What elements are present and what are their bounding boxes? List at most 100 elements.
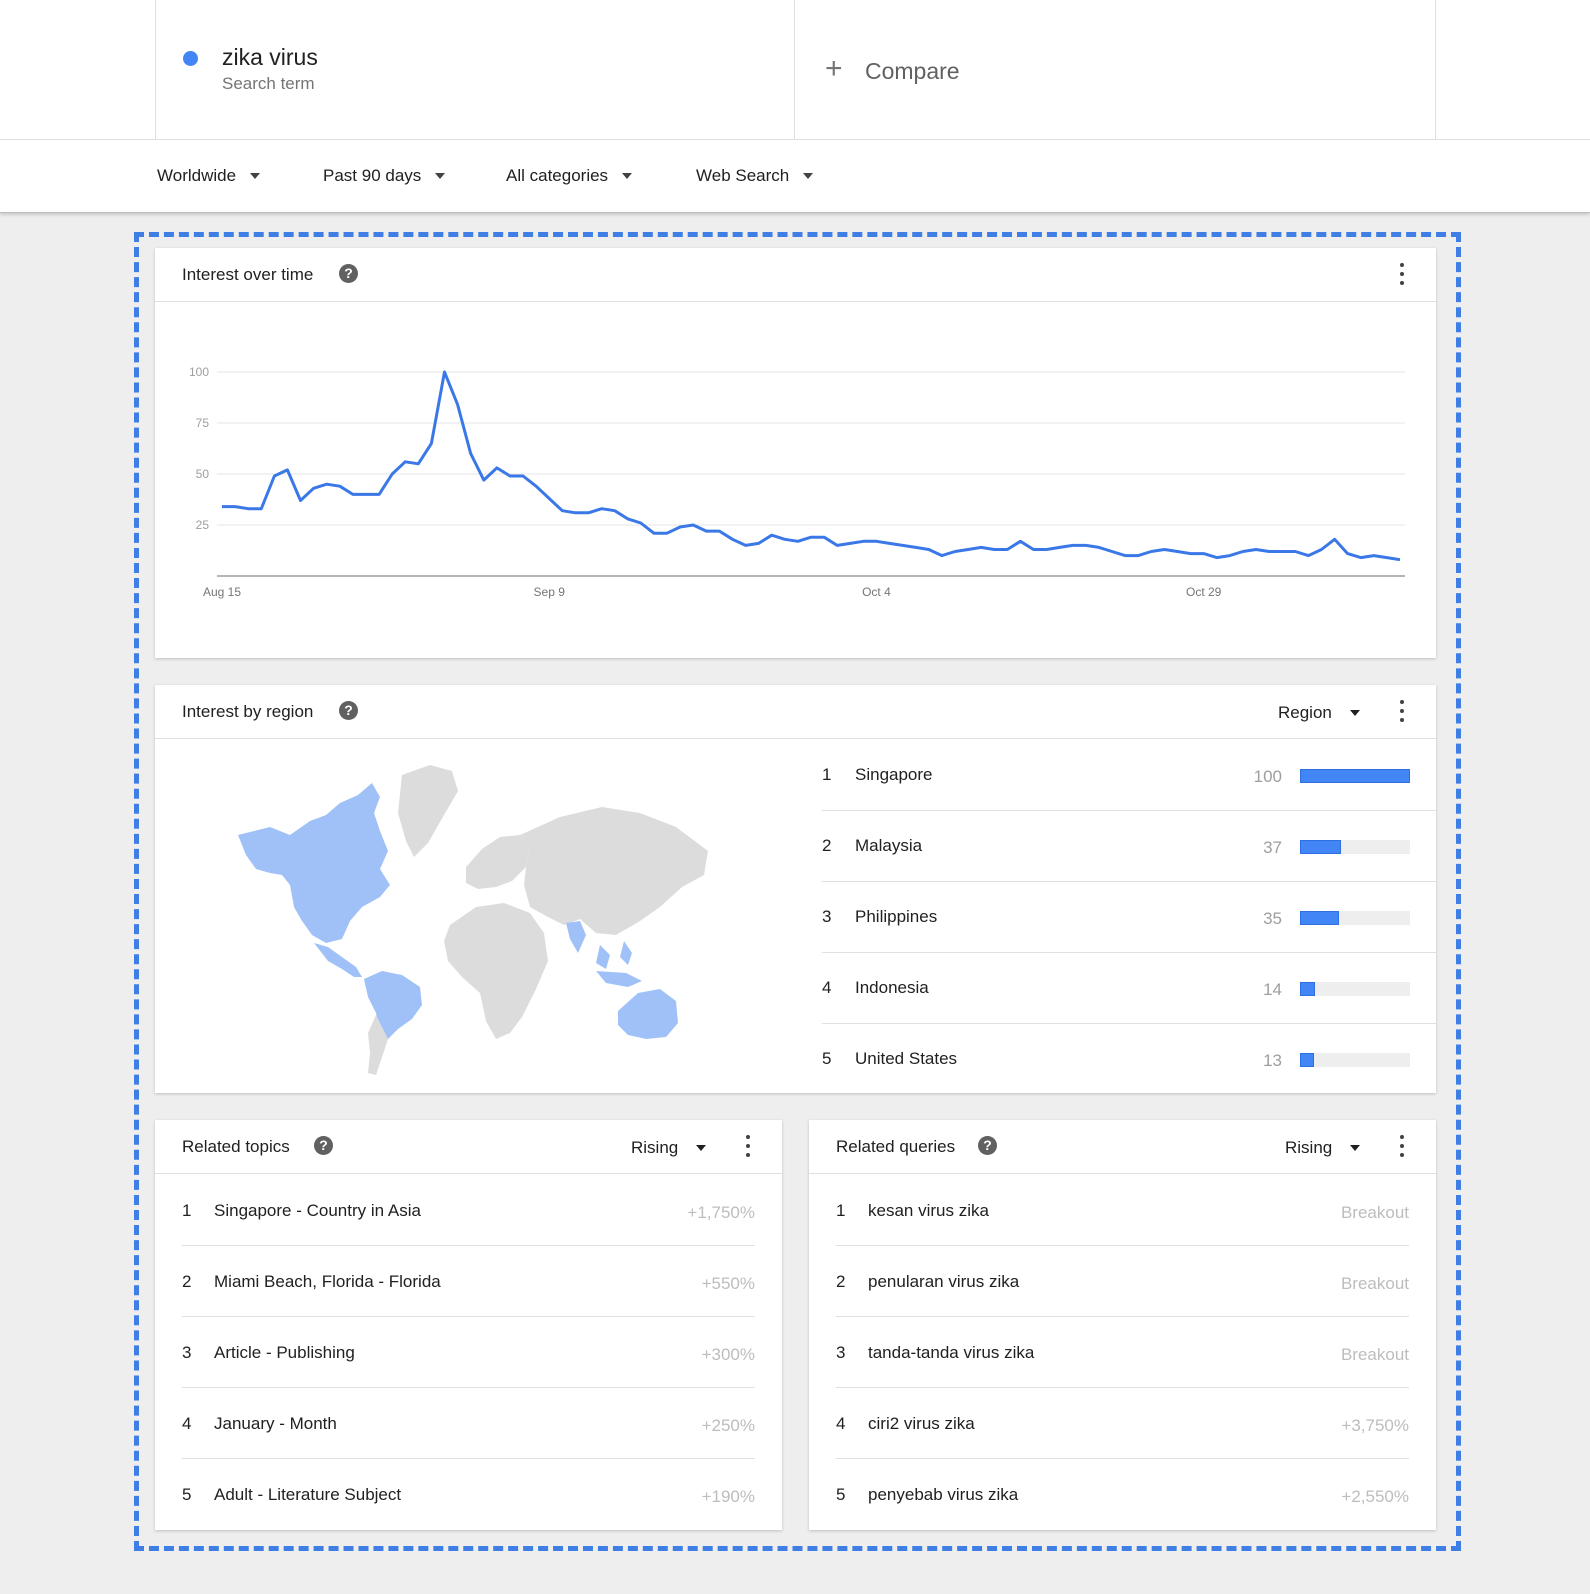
property-filter-dropdown[interactable]: Web Search	[696, 166, 814, 186]
region-bar-fill	[1300, 1053, 1315, 1067]
map-region-north-america[interactable]	[238, 783, 390, 977]
list-item[interactable]: 2 Miami Beach, Florida - Florida +550%	[182, 1246, 755, 1317]
card-title: Related topics	[182, 1137, 290, 1156]
item-change-value: Breakout	[1340, 1203, 1409, 1222]
region-rank: 5	[822, 1049, 832, 1068]
region-resolution-label: Region	[1278, 703, 1332, 722]
region-name: Indonesia	[855, 978, 929, 997]
card-header: Interest over time ?	[155, 248, 1436, 302]
item-name: penularan virus zika	[868, 1272, 1020, 1291]
region-row[interactable]: 2 Malaysia 37	[822, 811, 1437, 882]
chevron-down-icon	[435, 173, 446, 179]
list-item[interactable]: 1 kesan virus zika Breakout	[836, 1175, 1409, 1246]
search-term-bar: zika virus Search term + Compare	[0, 0, 1590, 140]
property-filter-label: Web Search	[696, 166, 790, 185]
y-tick-label: 50	[196, 467, 210, 481]
item-rank: 4	[836, 1414, 846, 1433]
related-topics-card: Related topics ? Rising 1 Singapore - Cou…	[155, 1120, 782, 1530]
item-change-value: +250%	[701, 1416, 755, 1435]
y-tick-label: 25	[196, 518, 210, 532]
region-name: United States	[855, 1049, 958, 1068]
chevron-down-icon	[696, 1145, 707, 1151]
map-region-greenland[interactable]	[398, 765, 458, 857]
chevron-down-icon	[803, 173, 814, 179]
region-rank: 3	[822, 907, 832, 926]
region-value: 100	[1253, 767, 1282, 786]
item-rank: 3	[836, 1343, 846, 1362]
list-item[interactable]: 2 penularan virus zika Breakout	[836, 1246, 1409, 1317]
region-bar-fill	[1300, 982, 1316, 996]
queries-sort-label: Rising	[1285, 1138, 1333, 1157]
list-item[interactable]: 1 Singapore - Country in Asia +1,750%	[182, 1175, 755, 1246]
region-row[interactable]: 1 Singapore 100	[822, 740, 1437, 811]
item-change-value: +3,750%	[1341, 1416, 1409, 1435]
world-map[interactable]	[230, 757, 730, 1077]
item-rank: 2	[836, 1272, 846, 1291]
queries-sort-dropdown[interactable]: Rising	[1285, 1138, 1361, 1158]
card-header: Related queries ? Rising	[809, 1120, 1436, 1174]
more-vert-icon[interactable]	[1399, 700, 1405, 722]
series-color-dot	[183, 51, 198, 66]
interest-over-time-card: Interest over time ? 25 50 75 100 Aug 15 Sep …	[155, 248, 1436, 658]
item-change-value: Breakout	[1340, 1345, 1409, 1364]
region-bar-fill	[1300, 911, 1339, 925]
item-name: Adult - Literature Subject	[214, 1485, 402, 1504]
help-icon[interactable]: ?	[339, 701, 358, 720]
geo-filter-dropdown[interactable]: Worldwide	[157, 166, 261, 186]
x-tick-label: Oct 29	[1186, 585, 1222, 599]
item-change-value: +300%	[701, 1345, 755, 1364]
time-filter-dropdown[interactable]: Past 90 days	[323, 166, 446, 186]
x-tick-label: Oct 4	[862, 585, 891, 599]
region-bar-track	[1300, 911, 1410, 925]
region-bar-track	[1300, 982, 1410, 996]
item-name: Singapore - Country in Asia	[214, 1201, 421, 1220]
region-rank: 4	[822, 978, 832, 997]
item-change-value: +190%	[701, 1487, 755, 1506]
item-name: kesan virus zika	[868, 1201, 989, 1220]
item-name: tanda-tanda virus zika	[868, 1343, 1035, 1362]
more-vert-icon[interactable]	[1399, 1135, 1405, 1157]
item-rank: 5	[182, 1485, 192, 1504]
help-icon[interactable]: ?	[339, 264, 358, 283]
more-vert-icon[interactable]	[1399, 263, 1405, 285]
region-row[interactable]: 5 United States 13	[822, 1024, 1437, 1095]
region-value: 14	[1263, 980, 1282, 999]
category-filter-dropdown[interactable]: All categories	[506, 166, 633, 186]
chevron-down-icon	[250, 173, 261, 179]
filter-bar: Worldwide Past 90 days All categories We…	[0, 140, 1590, 213]
help-icon[interactable]: ?	[314, 1136, 333, 1155]
series-line[interactable]	[222, 370, 1401, 562]
compare-button[interactable]: + Compare	[795, 0, 1436, 140]
list-item[interactable]: 4 January - Month +250%	[182, 1388, 755, 1459]
region-row[interactable]: 4 Indonesia 14	[822, 953, 1437, 1024]
list-item[interactable]: 3 tanda-tanda virus zika Breakout	[836, 1317, 1409, 1388]
search-term-chip[interactable]: zika virus Search term	[155, 0, 795, 140]
list-item[interactable]: 5 Adult - Literature Subject +190%	[182, 1459, 755, 1530]
map-region-south-america[interactable]	[364, 971, 422, 1075]
item-name: penyebab virus zika	[868, 1485, 1019, 1504]
region-rank: 1	[822, 765, 832, 784]
region-resolution-dropdown[interactable]: Region	[1278, 703, 1360, 723]
item-name: Article - Publishing	[214, 1343, 355, 1362]
map-region-asia[interactable]	[520, 807, 708, 987]
map-region-oceania[interactable]	[618, 989, 678, 1039]
region-row[interactable]: 3 Philippines 35	[822, 882, 1437, 953]
more-vert-icon[interactable]	[745, 1135, 751, 1157]
search-term-name[interactable]: zika virus	[222, 44, 318, 71]
list-item[interactable]: 5 penyebab virus zika +2,550%	[836, 1459, 1409, 1530]
item-rank: 4	[182, 1414, 192, 1433]
item-change-value: +1,750%	[687, 1203, 755, 1222]
region-rank: 2	[822, 836, 832, 855]
plus-icon: +	[825, 52, 843, 85]
region-value: 37	[1263, 838, 1282, 857]
card-title: Related queries	[836, 1137, 956, 1156]
item-name: Miami Beach, Florida - Florida	[214, 1272, 441, 1291]
list-item[interactable]: 3 Article - Publishing +300%	[182, 1317, 755, 1388]
chevron-down-icon	[1349, 710, 1360, 716]
region-bar-track	[1300, 840, 1410, 854]
category-filter-label: All categories	[506, 166, 609, 185]
help-icon[interactable]: ?	[978, 1136, 997, 1155]
x-tick-label: Sep 9	[534, 585, 566, 599]
list-item[interactable]: 4 ciri2 virus zika +3,750%	[836, 1388, 1409, 1459]
topics-sort-dropdown[interactable]: Rising	[631, 1138, 707, 1158]
